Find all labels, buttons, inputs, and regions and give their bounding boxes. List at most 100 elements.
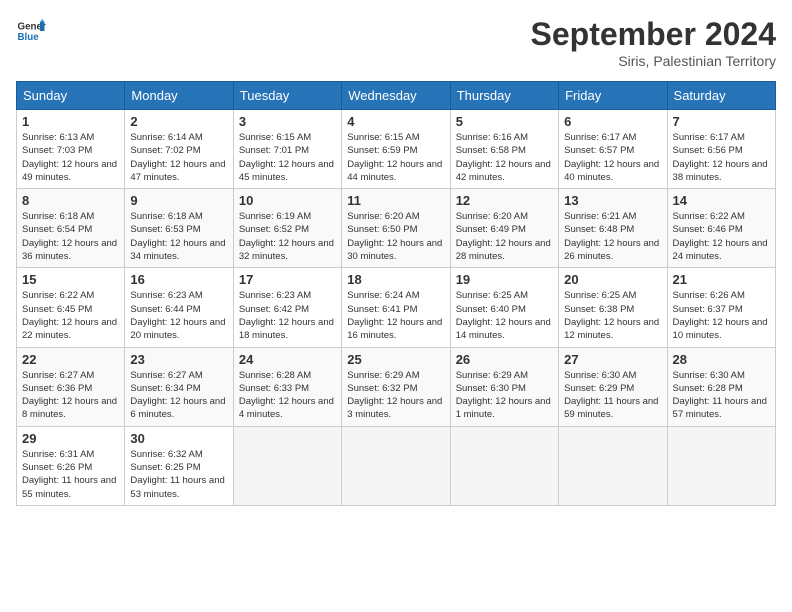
calendar-week-3: 15 Sunrise: 6:22 AMSunset: 6:45 PMDaylig… bbox=[17, 268, 776, 347]
day-number: 30 bbox=[130, 431, 227, 446]
location-subtitle: Siris, Palestinian Territory bbox=[531, 53, 776, 69]
day-number: 21 bbox=[673, 272, 770, 287]
day-info: Sunrise: 6:25 AMSunset: 6:40 PMDaylight:… bbox=[456, 290, 551, 341]
calendar-cell: 30 Sunrise: 6:32 AMSunset: 6:25 PMDaylig… bbox=[125, 426, 233, 505]
calendar-cell: 12 Sunrise: 6:20 AMSunset: 6:49 PMDaylig… bbox=[450, 189, 558, 268]
day-info: Sunrise: 6:15 AMSunset: 7:01 PMDaylight:… bbox=[239, 132, 334, 183]
logo-icon: General Blue bbox=[16, 16, 46, 46]
day-info: Sunrise: 6:27 AMSunset: 6:34 PMDaylight:… bbox=[130, 370, 225, 421]
day-number: 26 bbox=[456, 352, 553, 367]
day-info: Sunrise: 6:22 AMSunset: 6:46 PMDaylight:… bbox=[673, 211, 768, 262]
calendar-cell: 24 Sunrise: 6:28 AMSunset: 6:33 PMDaylig… bbox=[233, 347, 341, 426]
calendar-week-5: 29 Sunrise: 6:31 AMSunset: 6:26 PMDaylig… bbox=[17, 426, 776, 505]
day-number: 19 bbox=[456, 272, 553, 287]
day-info: Sunrise: 6:14 AMSunset: 7:02 PMDaylight:… bbox=[130, 132, 225, 183]
day-header-friday: Friday bbox=[559, 82, 667, 110]
day-info: Sunrise: 6:30 AMSunset: 6:28 PMDaylight:… bbox=[673, 370, 767, 421]
calendar-cell: 3 Sunrise: 6:15 AMSunset: 7:01 PMDayligh… bbox=[233, 110, 341, 189]
day-number: 18 bbox=[347, 272, 444, 287]
calendar-cell: 25 Sunrise: 6:29 AMSunset: 6:32 PMDaylig… bbox=[342, 347, 450, 426]
calendar-cell: 10 Sunrise: 6:19 AMSunset: 6:52 PMDaylig… bbox=[233, 189, 341, 268]
day-info: Sunrise: 6:13 AMSunset: 7:03 PMDaylight:… bbox=[22, 132, 117, 183]
calendar-cell: 29 Sunrise: 6:31 AMSunset: 6:26 PMDaylig… bbox=[17, 426, 125, 505]
day-header-wednesday: Wednesday bbox=[342, 82, 450, 110]
svg-text:Blue: Blue bbox=[18, 32, 40, 43]
day-number: 3 bbox=[239, 114, 336, 129]
calendar-cell: 1 Sunrise: 6:13 AMSunset: 7:03 PMDayligh… bbox=[17, 110, 125, 189]
calendar-cell: 14 Sunrise: 6:22 AMSunset: 6:46 PMDaylig… bbox=[667, 189, 775, 268]
day-number: 4 bbox=[347, 114, 444, 129]
day-number: 10 bbox=[239, 193, 336, 208]
day-info: Sunrise: 6:20 AMSunset: 6:50 PMDaylight:… bbox=[347, 211, 442, 262]
calendar-cell: 11 Sunrise: 6:20 AMSunset: 6:50 PMDaylig… bbox=[342, 189, 450, 268]
day-info: Sunrise: 6:28 AMSunset: 6:33 PMDaylight:… bbox=[239, 370, 334, 421]
day-number: 20 bbox=[564, 272, 661, 287]
calendar-week-4: 22 Sunrise: 6:27 AMSunset: 6:36 PMDaylig… bbox=[17, 347, 776, 426]
day-number: 8 bbox=[22, 193, 119, 208]
day-number: 27 bbox=[564, 352, 661, 367]
calendar-cell bbox=[559, 426, 667, 505]
day-number: 28 bbox=[673, 352, 770, 367]
calendar-cell: 15 Sunrise: 6:22 AMSunset: 6:45 PMDaylig… bbox=[17, 268, 125, 347]
day-number: 9 bbox=[130, 193, 227, 208]
calendar-cell: 21 Sunrise: 6:26 AMSunset: 6:37 PMDaylig… bbox=[667, 268, 775, 347]
day-header-sunday: Sunday bbox=[17, 82, 125, 110]
calendar-cell: 4 Sunrise: 6:15 AMSunset: 6:59 PMDayligh… bbox=[342, 110, 450, 189]
day-number: 5 bbox=[456, 114, 553, 129]
day-info: Sunrise: 6:23 AMSunset: 6:44 PMDaylight:… bbox=[130, 290, 225, 341]
day-info: Sunrise: 6:24 AMSunset: 6:41 PMDaylight:… bbox=[347, 290, 442, 341]
day-info: Sunrise: 6:20 AMSunset: 6:49 PMDaylight:… bbox=[456, 211, 551, 262]
calendar-cell: 2 Sunrise: 6:14 AMSunset: 7:02 PMDayligh… bbox=[125, 110, 233, 189]
day-header-thursday: Thursday bbox=[450, 82, 558, 110]
calendar-header-row: SundayMondayTuesdayWednesdayThursdayFrid… bbox=[17, 82, 776, 110]
day-number: 12 bbox=[456, 193, 553, 208]
calendar-cell: 18 Sunrise: 6:24 AMSunset: 6:41 PMDaylig… bbox=[342, 268, 450, 347]
day-number: 29 bbox=[22, 431, 119, 446]
page-header: General Blue September 2024 Siris, Pales… bbox=[16, 16, 776, 69]
day-number: 15 bbox=[22, 272, 119, 287]
calendar-cell: 19 Sunrise: 6:25 AMSunset: 6:40 PMDaylig… bbox=[450, 268, 558, 347]
day-info: Sunrise: 6:30 AMSunset: 6:29 PMDaylight:… bbox=[564, 370, 658, 421]
day-info: Sunrise: 6:29 AMSunset: 6:32 PMDaylight:… bbox=[347, 370, 442, 421]
day-number: 14 bbox=[673, 193, 770, 208]
calendar-cell bbox=[450, 426, 558, 505]
day-number: 16 bbox=[130, 272, 227, 287]
day-number: 23 bbox=[130, 352, 227, 367]
day-number: 13 bbox=[564, 193, 661, 208]
day-header-saturday: Saturday bbox=[667, 82, 775, 110]
day-info: Sunrise: 6:15 AMSunset: 6:59 PMDaylight:… bbox=[347, 132, 442, 183]
day-info: Sunrise: 6:18 AMSunset: 6:53 PMDaylight:… bbox=[130, 211, 225, 262]
day-number: 6 bbox=[564, 114, 661, 129]
calendar-cell: 13 Sunrise: 6:21 AMSunset: 6:48 PMDaylig… bbox=[559, 189, 667, 268]
calendar-week-2: 8 Sunrise: 6:18 AMSunset: 6:54 PMDayligh… bbox=[17, 189, 776, 268]
day-number: 17 bbox=[239, 272, 336, 287]
day-number: 24 bbox=[239, 352, 336, 367]
day-info: Sunrise: 6:16 AMSunset: 6:58 PMDaylight:… bbox=[456, 132, 551, 183]
calendar-cell bbox=[667, 426, 775, 505]
calendar-cell: 17 Sunrise: 6:23 AMSunset: 6:42 PMDaylig… bbox=[233, 268, 341, 347]
calendar-cell: 9 Sunrise: 6:18 AMSunset: 6:53 PMDayligh… bbox=[125, 189, 233, 268]
day-header-monday: Monday bbox=[125, 82, 233, 110]
calendar-cell: 26 Sunrise: 6:29 AMSunset: 6:30 PMDaylig… bbox=[450, 347, 558, 426]
calendar-cell: 8 Sunrise: 6:18 AMSunset: 6:54 PMDayligh… bbox=[17, 189, 125, 268]
day-info: Sunrise: 6:21 AMSunset: 6:48 PMDaylight:… bbox=[564, 211, 659, 262]
day-info: Sunrise: 6:29 AMSunset: 6:30 PMDaylight:… bbox=[456, 370, 551, 421]
month-title: September 2024 bbox=[531, 16, 776, 53]
day-info: Sunrise: 6:23 AMSunset: 6:42 PMDaylight:… bbox=[239, 290, 334, 341]
day-info: Sunrise: 6:17 AMSunset: 6:56 PMDaylight:… bbox=[673, 132, 768, 183]
day-number: 22 bbox=[22, 352, 119, 367]
calendar-cell: 6 Sunrise: 6:17 AMSunset: 6:57 PMDayligh… bbox=[559, 110, 667, 189]
calendar-cell bbox=[233, 426, 341, 505]
logo: General Blue bbox=[16, 16, 46, 46]
calendar-cell: 5 Sunrise: 6:16 AMSunset: 6:58 PMDayligh… bbox=[450, 110, 558, 189]
day-info: Sunrise: 6:25 AMSunset: 6:38 PMDaylight:… bbox=[564, 290, 659, 341]
calendar-cell: 7 Sunrise: 6:17 AMSunset: 6:56 PMDayligh… bbox=[667, 110, 775, 189]
calendar-cell: 28 Sunrise: 6:30 AMSunset: 6:28 PMDaylig… bbox=[667, 347, 775, 426]
calendar-table: SundayMondayTuesdayWednesdayThursdayFrid… bbox=[16, 81, 776, 506]
day-info: Sunrise: 6:31 AMSunset: 6:26 PMDaylight:… bbox=[22, 449, 116, 500]
day-number: 11 bbox=[347, 193, 444, 208]
title-area: September 2024 Siris, Palestinian Territ… bbox=[531, 16, 776, 69]
calendar-week-1: 1 Sunrise: 6:13 AMSunset: 7:03 PMDayligh… bbox=[17, 110, 776, 189]
calendar-cell: 20 Sunrise: 6:25 AMSunset: 6:38 PMDaylig… bbox=[559, 268, 667, 347]
day-number: 7 bbox=[673, 114, 770, 129]
